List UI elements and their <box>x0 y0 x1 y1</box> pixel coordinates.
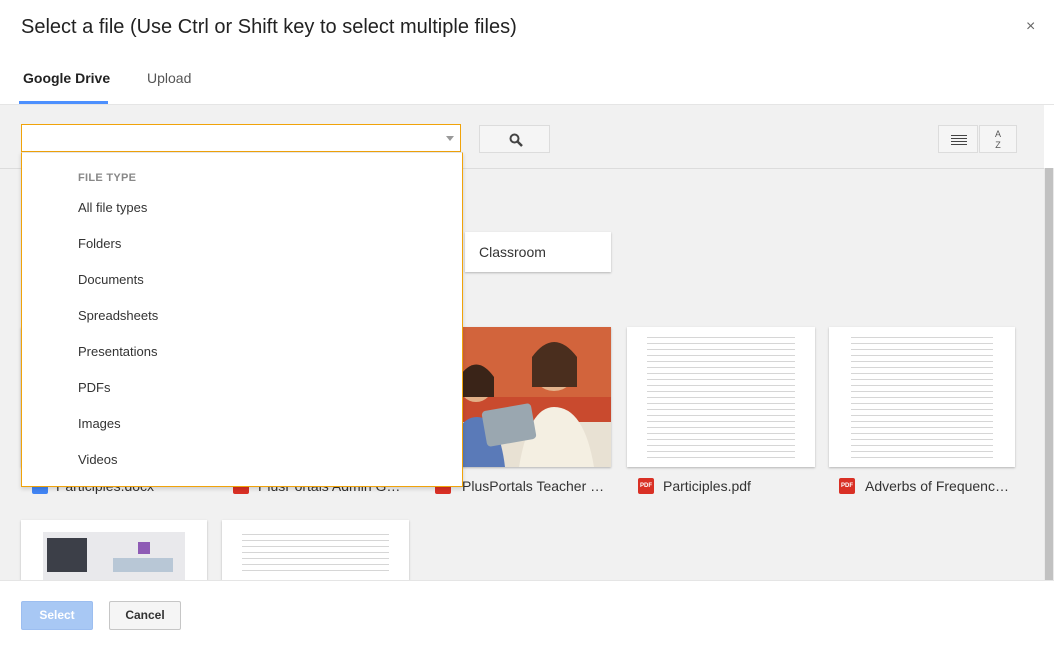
file-name-adverbs-pdf: Adverbs of Frequency.... <box>865 478 1010 494</box>
menu-item-videos[interactable]: Videos <box>22 442 462 478</box>
search-input[interactable] <box>21 124 461 152</box>
menu-item-presentations[interactable]: Presentations <box>22 334 462 370</box>
menu-item-spreadsheets[interactable]: Spreadsheets <box>22 298 462 334</box>
menu-item-images[interactable]: Images <box>22 406 462 442</box>
sort-label-z: Z <box>995 140 1001 150</box>
dialog-title: Select a file (Use Ctrl or Shift key to … <box>21 16 517 38</box>
cancel-button[interactable]: Cancel <box>109 601 181 630</box>
menu-item-label: Documents <box>78 272 144 287</box>
file-type-dropdown: FILE TYPE All file types Folders Documen… <box>21 152 463 487</box>
menu-item-folders[interactable]: Folders <box>22 226 462 262</box>
file-card-adverbs-pdf[interactable] <box>829 327 1015 467</box>
menu-item-label: Videos <box>78 452 118 467</box>
document-thumbnail <box>851 337 993 459</box>
active-tab-indicator <box>19 101 108 104</box>
file-card-document[interactable] <box>222 520 409 580</box>
scrollbar-thumb[interactable] <box>1045 168 1053 580</box>
document-thumbnail <box>242 534 389 572</box>
sort-label-a: A <box>994 129 1001 139</box>
list-view-button[interactable] <box>938 125 978 153</box>
menu-item-documents[interactable]: Documents <box>22 262 462 298</box>
dropdown-arrow-icon[interactable] <box>446 136 454 141</box>
file-thumbnail-image <box>43 532 185 580</box>
select-button[interactable]: Select <box>21 601 93 630</box>
dropdown-header: FILE TYPE <box>78 172 137 184</box>
folder-card-classroom[interactable]: Classroom <box>465 232 611 272</box>
menu-item-label: All file types <box>78 200 148 215</box>
menu-item-label: Presentations <box>78 344 158 359</box>
search-icon <box>509 133 523 147</box>
list-view-icon <box>951 135 967 145</box>
menu-item-label: Images <box>78 416 121 431</box>
menu-item-label: PDFs <box>78 380 111 395</box>
file-card-screenshot[interactable] <box>21 520 207 580</box>
file-name-participles-pdf: Participles.pdf <box>663 478 751 494</box>
sort-button[interactable]: A Z <box>979 125 1017 153</box>
menu-item-all-file-types[interactable]: All file types <box>22 190 462 226</box>
menu-item-label: Folders <box>78 236 122 251</box>
tab-google-drive[interactable]: Google Drive <box>23 70 110 86</box>
sort-az-icon: A Z <box>980 129 1016 151</box>
document-thumbnail <box>647 337 795 459</box>
file-card-participles-pdf[interactable] <box>627 327 815 467</box>
pdf-icon: PDF <box>638 478 654 494</box>
menu-item-pdfs[interactable]: PDFs <box>22 370 462 406</box>
tab-upload[interactable]: Upload <box>147 70 191 86</box>
pdf-icon: PDF <box>839 478 855 494</box>
close-icon[interactable]: × <box>1026 18 1035 36</box>
menu-item-label: Spreadsheets <box>78 308 159 323</box>
folder-name: Classroom <box>479 244 546 260</box>
file-name-plusportals-teacher: PlusPortals Teacher G... <box>462 478 605 494</box>
search-button[interactable] <box>479 125 550 153</box>
